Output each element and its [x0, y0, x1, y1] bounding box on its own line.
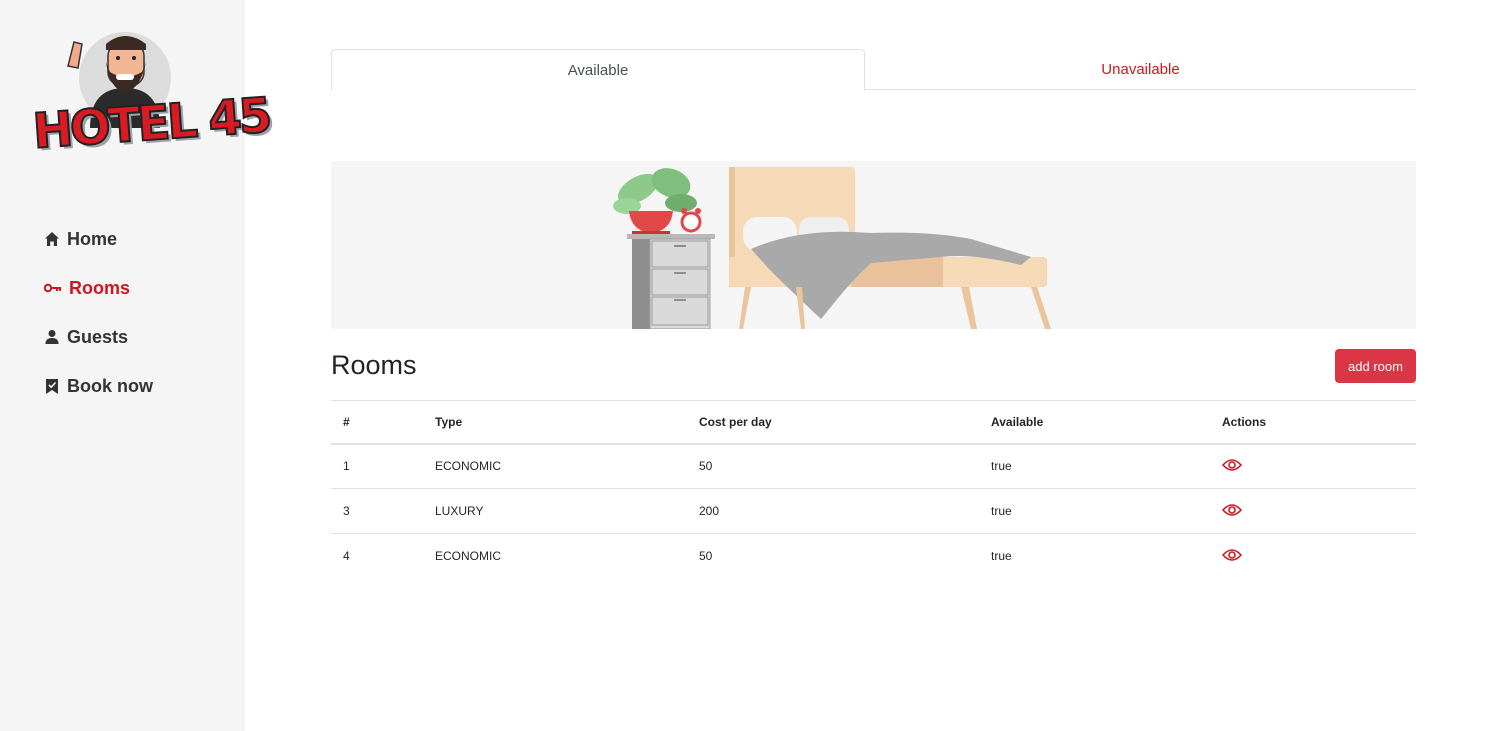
sidebar-item-book-now[interactable]: Book now — [44, 371, 153, 401]
eye-icon[interactable] — [1221, 548, 1243, 562]
column-header-cost: Cost per day — [687, 400, 979, 445]
bedroom-illustration — [613, 167, 1051, 329]
room-actions — [1210, 443, 1416, 489]
room-tabs: Available Unavailable — [331, 49, 1416, 91]
sidebar-nav: Home Rooms Guests Book now — [44, 224, 153, 420]
sidebar-item-home[interactable]: Home — [44, 224, 153, 254]
room-id: 3 — [331, 488, 423, 534]
column-header-actions: Actions — [1210, 400, 1416, 445]
add-room-button[interactable]: add room — [1335, 349, 1416, 383]
table-row: 1 ECONOMIC 50 true — [331, 443, 1416, 489]
room-actions — [1210, 488, 1416, 534]
room-cost: 50 — [699, 549, 713, 564]
table-row: 3 LUXURY 200 true — [331, 488, 1416, 534]
table-row: 4 ECONOMIC 50 true — [331, 534, 1416, 579]
table-header-row: # Type Cost per day Available Actions — [331, 400, 1416, 445]
rooms-table: # Type Cost per day Available Actions 1 … — [331, 400, 1416, 579]
room-available: true — [991, 549, 1012, 564]
eye-icon[interactable] — [1221, 503, 1243, 517]
hotel-logo[interactable]: HOTEL 45 — [28, 28, 272, 163]
room-type: ECONOMIC — [423, 443, 687, 489]
room-cost: 200 — [687, 488, 979, 534]
sidebar-item-rooms[interactable]: Rooms — [44, 273, 153, 303]
bedroom-banner — [331, 161, 1416, 329]
home-icon — [44, 231, 60, 247]
key-icon — [44, 280, 62, 296]
room-type: ECONOMIC — [435, 549, 501, 564]
sidebar-item-label: Rooms — [69, 277, 131, 298]
sidebar-item-label: Book now — [67, 375, 153, 396]
sidebar-item-label: Guests — [67, 326, 129, 347]
room-type: LUXURY — [423, 488, 687, 534]
user-icon — [44, 329, 60, 345]
column-header-number: # — [331, 400, 423, 445]
tab-unavailable[interactable]: Unavailable — [865, 49, 1416, 90]
tab-available[interactable]: Available — [331, 49, 865, 91]
room-id: 1 — [331, 443, 423, 489]
column-header-available: Available — [979, 400, 1210, 445]
room-id: 4 — [343, 549, 350, 564]
page-title: Rooms — [331, 350, 417, 380]
room-cost: 50 — [687, 443, 979, 489]
room-available: true — [979, 443, 1210, 489]
sidebar-item-guests[interactable]: Guests — [44, 322, 153, 352]
sidebar-item-label: Home — [67, 228, 118, 249]
column-header-type: Type — [423, 400, 687, 445]
sidebar: HOTEL 45 Home Rooms Guests Book now — [0, 0, 272, 731]
bookmark-icon — [44, 378, 60, 394]
eye-icon[interactable] — [1221, 458, 1243, 472]
room-actions — [1210, 534, 1416, 579]
room-available: true — [979, 488, 1210, 534]
